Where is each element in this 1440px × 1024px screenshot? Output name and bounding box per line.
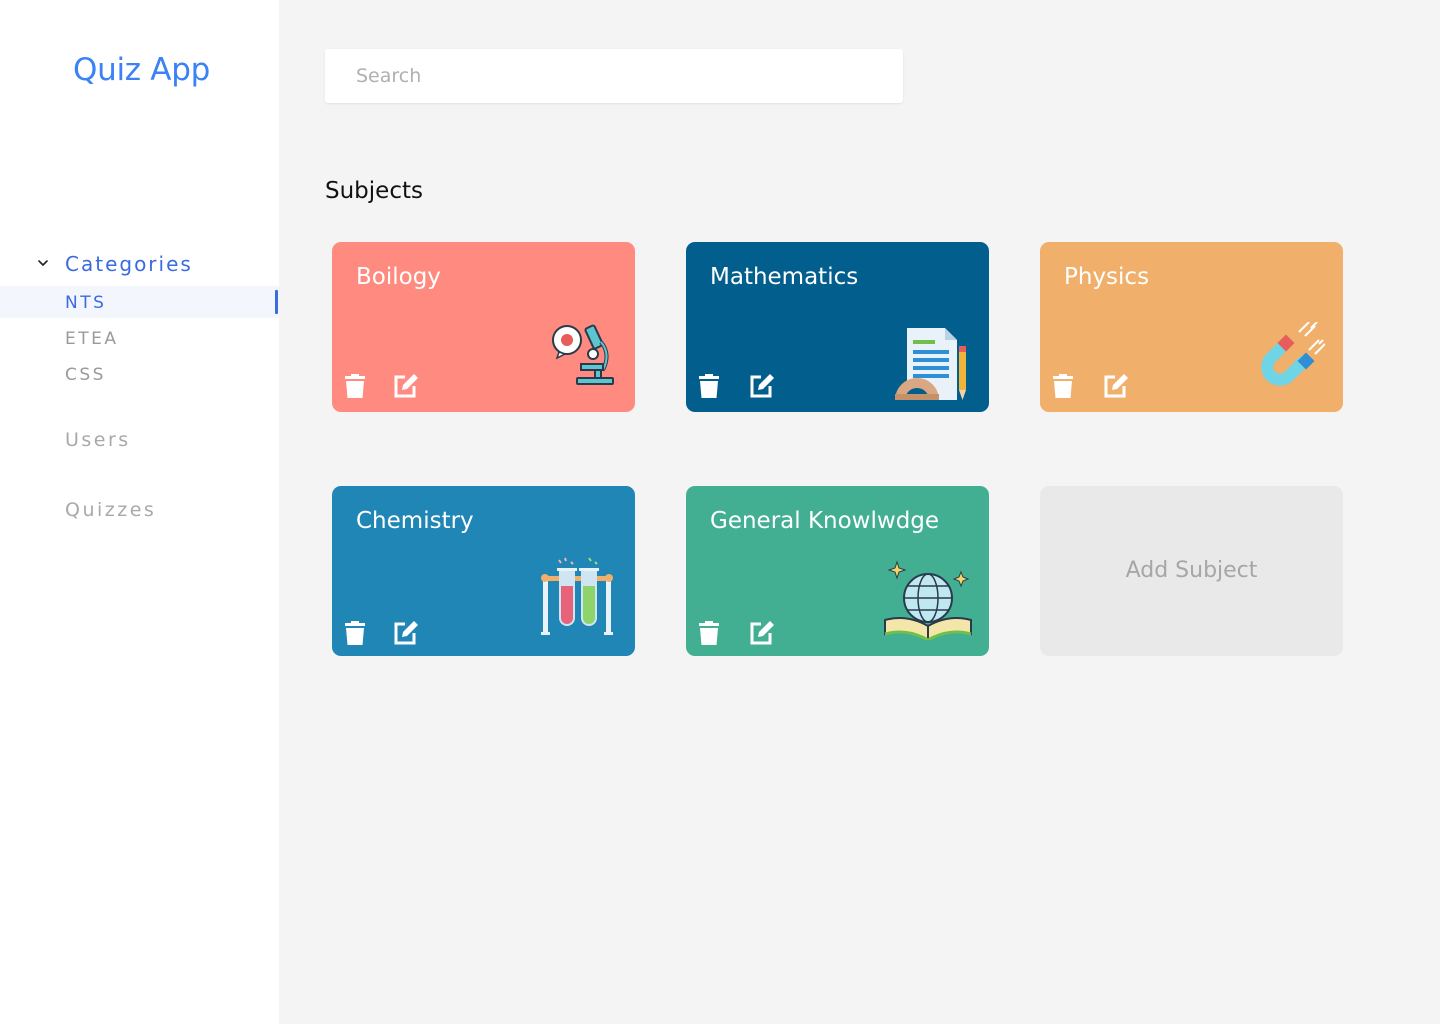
subject-title: Mathematics bbox=[710, 264, 859, 290]
search-input[interactable] bbox=[325, 49, 903, 103]
subject-title: Boilogy bbox=[356, 264, 441, 290]
magnet-icon bbox=[1261, 322, 1325, 386]
trash-icon bbox=[345, 621, 365, 645]
edit-button[interactable] bbox=[392, 373, 418, 399]
delete-button[interactable] bbox=[342, 620, 368, 646]
edit-button[interactable] bbox=[748, 620, 774, 646]
edit-button[interactable] bbox=[392, 620, 418, 646]
edit-icon bbox=[394, 374, 418, 398]
subject-title: General Knowlwdge bbox=[710, 508, 940, 534]
categories-toggle[interactable]: Categories bbox=[0, 250, 279, 278]
subject-card-biology[interactable]: Boilogy bbox=[332, 242, 635, 412]
sidebar-item-label: CSS bbox=[65, 365, 106, 385]
sidebar-item-css[interactable]: CSS bbox=[0, 358, 279, 390]
page-title: Subjects bbox=[325, 178, 423, 204]
sidebar-item-label: NTS bbox=[65, 293, 107, 313]
math-document-icon bbox=[895, 328, 966, 400]
categories-label: Categories bbox=[65, 252, 193, 276]
sidebar-item-etea[interactable]: ETEA bbox=[0, 322, 279, 354]
test-tubes-icon bbox=[541, 557, 613, 635]
delete-button[interactable] bbox=[696, 373, 722, 399]
edit-icon bbox=[750, 621, 774, 645]
sidebar-item-label: Quizzes bbox=[65, 499, 157, 521]
sidebar-item-label: Users bbox=[65, 429, 131, 451]
subject-card-physics[interactable]: Physics bbox=[1040, 242, 1343, 412]
subject-card-chemistry[interactable]: Chemistry bbox=[332, 486, 635, 656]
active-indicator bbox=[275, 290, 278, 314]
edit-button[interactable] bbox=[1102, 373, 1128, 399]
subject-card-general-knowledge[interactable]: General Knowlwdge bbox=[686, 486, 989, 656]
sidebar-item-users[interactable]: Users bbox=[0, 424, 279, 456]
chevron-down-icon bbox=[38, 260, 48, 266]
edit-icon bbox=[1104, 374, 1128, 398]
delete-button[interactable] bbox=[1050, 373, 1076, 399]
trash-icon bbox=[1053, 374, 1073, 398]
edit-icon bbox=[394, 621, 418, 645]
add-subject-label: Add Subject bbox=[1125, 558, 1258, 583]
subject-card-mathematics[interactable]: Mathematics bbox=[686, 242, 989, 412]
subject-title: Chemistry bbox=[356, 508, 474, 534]
delete-button[interactable] bbox=[342, 373, 368, 399]
trash-icon bbox=[699, 374, 719, 398]
trash-icon bbox=[345, 374, 365, 398]
trash-icon bbox=[699, 621, 719, 645]
delete-button[interactable] bbox=[696, 620, 722, 646]
sidebar-item-quizzes[interactable]: Quizzes bbox=[0, 494, 279, 526]
globe-book-icon bbox=[884, 560, 972, 640]
sidebar-item-nts[interactable]: NTS bbox=[0, 286, 279, 318]
sidebar: Quiz App Categories NTS ETEA CSS Users Q… bbox=[0, 0, 279, 1024]
sidebar-item-label: ETEA bbox=[65, 329, 119, 349]
edit-icon bbox=[750, 374, 774, 398]
add-subject-button[interactable]: Add Subject bbox=[1040, 486, 1343, 656]
app-logo: Quiz App bbox=[73, 52, 210, 88]
edit-button[interactable] bbox=[748, 373, 774, 399]
subject-title: Physics bbox=[1064, 264, 1150, 290]
microscope-icon bbox=[552, 324, 614, 385]
